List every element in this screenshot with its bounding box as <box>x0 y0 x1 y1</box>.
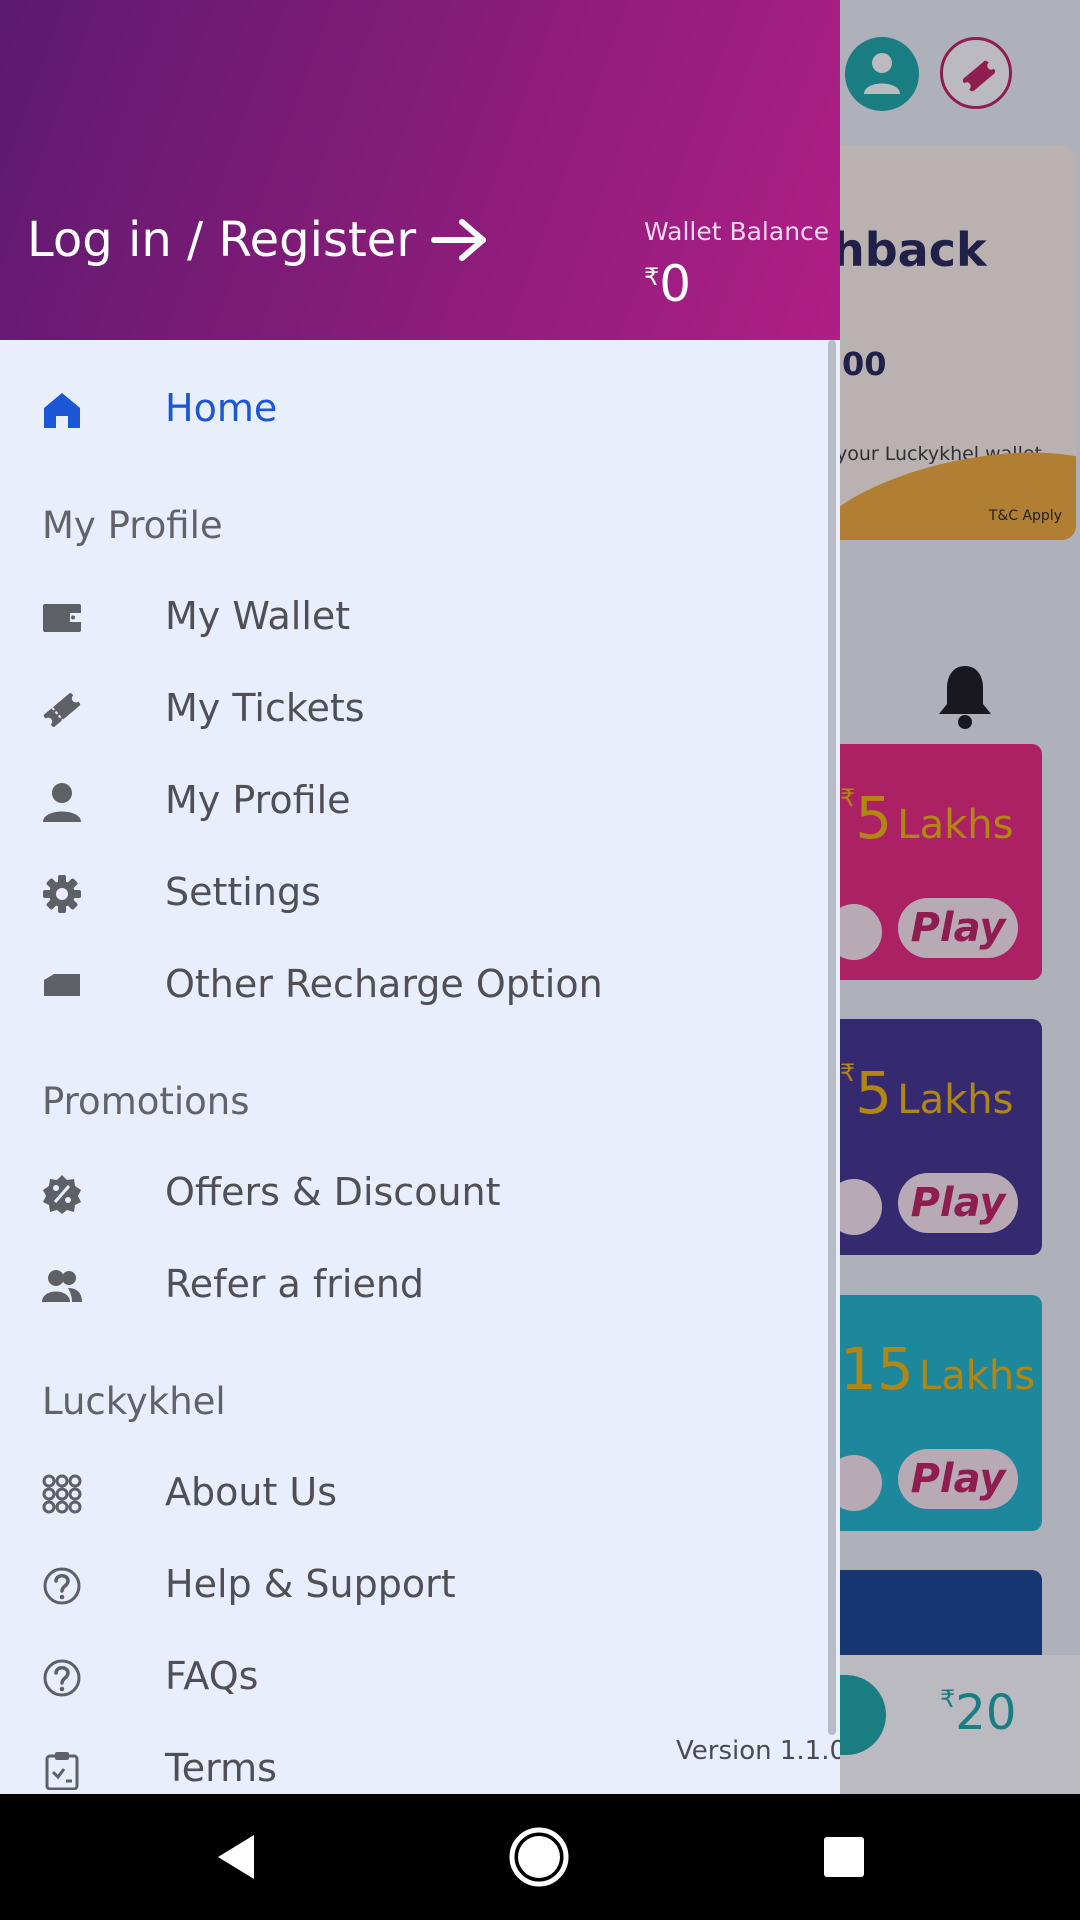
menu-item-label: My Wallet <box>165 594 351 638</box>
menu-item-faqs[interactable]: FAQs <box>0 1638 840 1718</box>
percent-badge-icon <box>43 1175 81 1214</box>
menu-item-my-profile[interactable]: My Profile <box>0 762 840 842</box>
menu-item-help-support[interactable]: Help & Support <box>0 1546 840 1626</box>
menu-item-label: Terms <box>165 1746 277 1790</box>
banner-tc: T&C Apply <box>988 508 1062 524</box>
menu-item-label: About Us <box>165 1470 338 1514</box>
gear-icon <box>43 875 81 913</box>
menu-item-label: My Tickets <box>165 686 365 730</box>
section-heading-luckykhel: Luckykhel <box>42 1380 226 1423</box>
people-icon <box>42 1270 82 1302</box>
drawer-scrollbar[interactable] <box>828 340 836 1735</box>
login-register-link[interactable]: Log in / Register <box>27 212 490 268</box>
menu-item-label: FAQs <box>165 1654 259 1698</box>
system-nav-bar <box>0 1794 1080 1920</box>
wallet-icon <box>43 604 81 632</box>
back-icon[interactable] <box>208 1827 268 1887</box>
help-circle-icon <box>43 1567 81 1605</box>
app-version: Version 1.1.0 <box>676 1736 840 1766</box>
menu-item-label: Home <box>165 386 278 430</box>
menu-item-settings[interactable]: Settings <box>0 854 840 934</box>
recents-icon[interactable] <box>814 1827 874 1887</box>
navigation-drawer: Log in / Register Wallet Balance ₹0 Home… <box>0 0 840 1794</box>
recharge-icon <box>44 974 80 996</box>
login-register-label: Log in / Register <box>27 212 417 268</box>
menu-item-refer-a-friend[interactable]: Refer a friend <box>0 1246 840 1326</box>
menu-item-label: My Profile <box>165 778 351 822</box>
menu-item-label: Help & Support <box>165 1562 456 1606</box>
menu-item-home[interactable]: Home <box>0 370 840 450</box>
menu-item-label: Other Recharge Option <box>165 962 603 1006</box>
menu-item-about-us[interactable]: About Us <box>0 1454 840 1534</box>
section-heading-profile: My Profile <box>42 504 223 547</box>
home-icon <box>44 393 80 428</box>
clipboard-check-icon <box>45 1752 79 1790</box>
help-circle-icon <box>43 1659 81 1697</box>
section-heading-promotions: Promotions <box>42 1080 250 1123</box>
arrow-right-icon <box>431 219 487 261</box>
menu-item-label: Offers & Discount <box>165 1170 501 1214</box>
menu-item-label: Refer a friend <box>165 1262 425 1306</box>
menu-item-my-tickets[interactable]: My Tickets <box>0 670 840 750</box>
home-circle-icon[interactable] <box>509 1827 569 1887</box>
drawer-header: Log in / Register Wallet Balance ₹0 <box>0 0 840 340</box>
wallet-balance-value: ₹0 <box>644 255 692 313</box>
ticket-icon <box>43 693 81 727</box>
menu-item-offers-discount[interactable]: Offers & Discount <box>0 1154 840 1234</box>
menu-item-other-recharge-option[interactable]: Other Recharge Option <box>0 946 840 1026</box>
person-icon <box>43 783 81 822</box>
menu-item-my-wallet[interactable]: My Wallet <box>0 578 840 658</box>
grid-dots-icon <box>42 1474 82 1514</box>
menu-item-label: Settings <box>165 870 321 914</box>
wallet-balance-label: Wallet Balance <box>644 217 830 246</box>
